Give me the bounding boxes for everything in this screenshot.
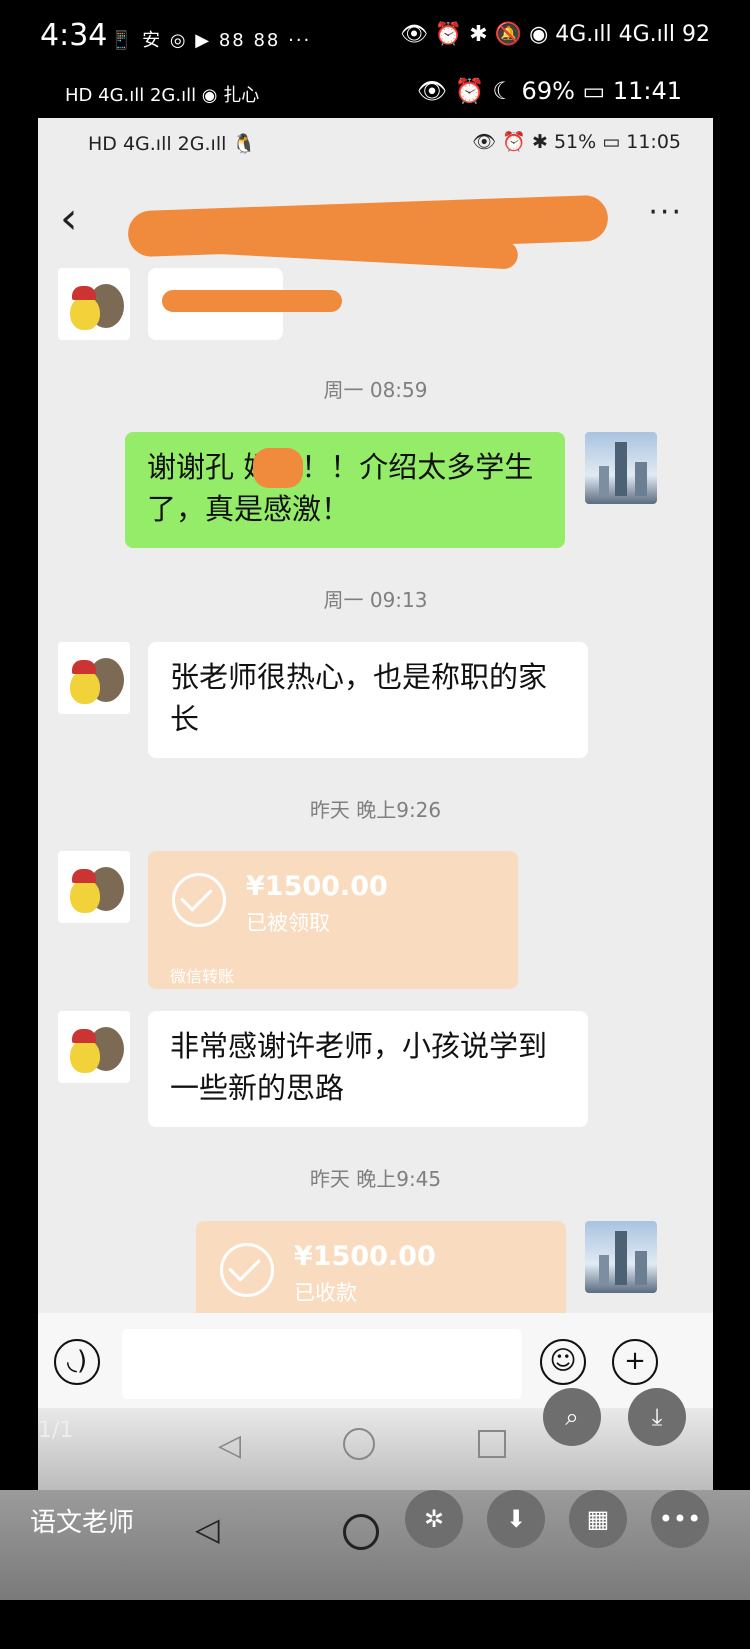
scan-icon[interactable]: ⌕ xyxy=(543,1388,601,1446)
voice-icon[interactable]: ◟) xyxy=(54,1339,100,1385)
plus-icon[interactable]: + xyxy=(612,1339,658,1385)
message-bubble[interactable] xyxy=(148,268,342,340)
timestamp: 周一 08:59 xyxy=(323,378,428,402)
save-icon[interactable]: ⬇ xyxy=(487,1490,545,1548)
status-battery-time: 👁 ⏰ ☾ 69% ▭ 11:41 xyxy=(416,77,682,105)
avatar[interactable] xyxy=(585,432,657,504)
message-bubble[interactable]: 张老师很热心，也是称职的家长 xyxy=(148,642,588,758)
back-nav-icon[interactable]: ◁ xyxy=(195,1510,220,1548)
home-nav-icon[interactable] xyxy=(343,1514,379,1550)
image-viewer-overlay: 1/1 ◁ ⌕ ⤓ xyxy=(38,1388,713,1490)
timestamp: 昨天 晚上9:45 xyxy=(309,1167,442,1191)
inner-status-bar: HD 4G.ıll 2G.ıll 🐧 👁 ⏰ ✱ 51% ▭ 11:05 xyxy=(38,118,713,173)
transfer-status: 已收款 xyxy=(294,1281,357,1305)
caption: 语文老师 xyxy=(30,1508,135,1538)
avatar[interactable] xyxy=(58,851,130,923)
avatar[interactable] xyxy=(58,1011,130,1083)
transfer-amount: ¥1500.00 xyxy=(246,871,388,902)
transfer-status: 已被领取 xyxy=(246,911,330,935)
status-time: 4:34 xyxy=(40,18,108,53)
recents-nav-icon[interactable] xyxy=(478,1430,506,1458)
viewer-toolbar: 语文老师 ◁ ✲ ⬇ ▦ ••• xyxy=(0,1490,750,1600)
message-bubble[interactable]: 非常感谢许老师，小孩说学到一些新的思路 xyxy=(148,1011,588,1127)
redaction-scribble xyxy=(162,290,342,312)
share-icon[interactable]: ✲ xyxy=(405,1490,463,1548)
screenshot-status-bar: HD 4G.ıll 2G.ıll ◉ 扎心 👁 ⏰ ☾ 69% ▭ 11:41 xyxy=(0,75,750,120)
status-system-icons: 👁 ⏰ ✱ 🔕 ◉ 4G.ıll 4G.ıll 92 xyxy=(399,22,710,47)
transfer-amount: ¥1500.00 xyxy=(294,1241,436,1272)
message-bubble-sent[interactable]: 谢谢孔 妈妈！！介绍太多学生了，真是感激！ xyxy=(125,432,565,548)
back-icon[interactable]: ‹ xyxy=(60,193,78,244)
back-nav-icon[interactable]: ◁ xyxy=(218,1428,241,1463)
chat-header: ‹ ··· xyxy=(38,173,713,273)
emoji-icon[interactable]: ☺ xyxy=(540,1339,586,1385)
timestamp: 昨天 晚上9:26 xyxy=(309,798,442,822)
message-input[interactable] xyxy=(122,1329,522,1399)
outer-status-bar: 4:34 📱 安 ◎ ▶ 88 88 ··· 👁 ⏰ ✱ 🔕 ◉ 4G.ıll … xyxy=(0,0,750,75)
inner-status-right: 👁 ⏰ ✱ 51% ▭ 11:05 xyxy=(472,131,681,153)
timestamp: 周一 09:13 xyxy=(323,588,428,612)
avatar[interactable] xyxy=(585,1221,657,1293)
more-icon[interactable]: ··· xyxy=(648,195,683,230)
download-icon[interactable]: ⤓ xyxy=(628,1388,686,1446)
status-app-icons: 📱 安 ◎ ▶ 88 88 ··· xyxy=(110,30,312,51)
chat-input-bar: ◟) ☺ + xyxy=(38,1313,713,1408)
grid-icon[interactable]: ▦ xyxy=(569,1490,627,1548)
transfer-footer: 微信转账 xyxy=(170,967,235,986)
inner-status-left: HD 4G.ıll 2G.ıll 🐧 xyxy=(88,133,257,155)
status-signal-icons: HD 4G.ıll 2G.ıll ◉ 扎心 xyxy=(65,85,260,106)
transfer-card[interactable]: ¥1500.00 已被领取 微信转账 xyxy=(148,851,518,989)
page-indicator: 1/1 xyxy=(38,1418,74,1443)
chat-screenshot: HD 4G.ıll 2G.ıll 🐧 👁 ⏰ ✱ 51% ▭ 11:05 ‹ ·… xyxy=(38,118,713,1490)
avatar[interactable] xyxy=(58,642,130,714)
avatar[interactable] xyxy=(58,268,130,340)
home-nav-icon[interactable] xyxy=(343,1428,375,1460)
redaction-scribble xyxy=(253,448,303,488)
more-icon[interactable]: ••• xyxy=(651,1490,709,1548)
